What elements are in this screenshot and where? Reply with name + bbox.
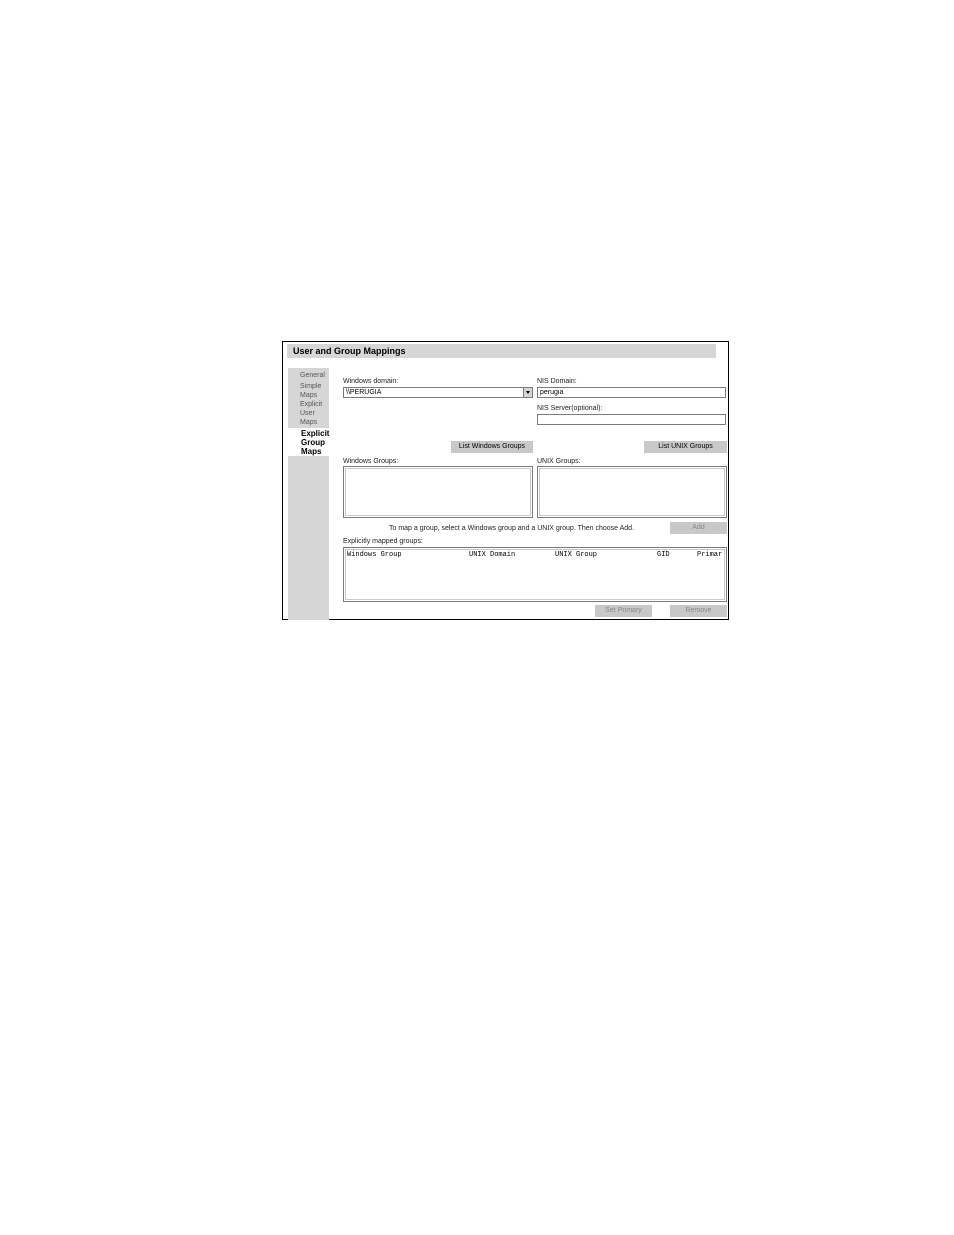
windows-groups-label: Windows Groups: [343, 458, 399, 465]
mapping-instruction: To map a group, select a Windows group a… [389, 525, 635, 532]
column-header-gid[interactable]: GID [657, 551, 670, 559]
windows-domain-select[interactable]: \\PERUGIA [343, 387, 533, 398]
mapped-groups-label: Explicitly mapped groups: [343, 538, 423, 545]
column-header-primary[interactable]: Primar [697, 551, 722, 559]
nav-item-explicit-user-maps[interactable]: Explicit User Maps [288, 400, 329, 427]
column-header-unix-domain[interactable]: UNIX Domain [469, 551, 515, 559]
mapped-groups-table[interactable]: Windows Group UNIX Domain UNIX Group GID… [343, 547, 727, 602]
add-button[interactable]: Add [670, 522, 727, 534]
chevron-down-icon[interactable] [523, 388, 532, 397]
window-title: User and Group Mappings [287, 344, 716, 358]
unix-groups-label: UNIX Groups: [537, 458, 581, 465]
nav-item-label: Explicit Group Maps [301, 429, 330, 456]
set-primary-button[interactable]: Set Primary [595, 605, 652, 617]
list-windows-groups-button[interactable]: List Windows Groups [451, 441, 533, 453]
nis-server-label: NIS Server(optional): [537, 405, 603, 412]
nav-item-label: Simple Maps [300, 383, 322, 399]
column-header-windows-group[interactable]: Windows Group [347, 551, 402, 559]
nav-item-label: Explicit User Maps [300, 401, 323, 426]
dialog-frame: User and Group Mappings General Simple M… [282, 341, 729, 620]
nis-domain-input[interactable] [537, 387, 726, 398]
left-nav: General Simple Maps Explicit User Maps E… [288, 368, 329, 620]
nis-server-input[interactable] [537, 414, 726, 425]
nis-domain-label: NIS Domain: [537, 378, 577, 385]
windows-domain-label: Windows domain: [343, 378, 399, 385]
remove-button[interactable]: Remove [670, 605, 727, 617]
windows-groups-list[interactable] [343, 466, 533, 518]
list-unix-groups-button[interactable]: List UNIX Groups [644, 441, 727, 453]
nav-item-simple-maps[interactable]: Simple Maps [288, 382, 329, 400]
windows-domain-value: \\PERUGIA [346, 389, 382, 396]
nav-item-general[interactable]: General [288, 371, 329, 380]
unix-groups-list[interactable] [537, 466, 727, 518]
column-header-unix-group[interactable]: UNIX Group [555, 551, 597, 559]
nav-item-explicit-group-maps[interactable]: Explicit Group Maps [288, 428, 329, 456]
